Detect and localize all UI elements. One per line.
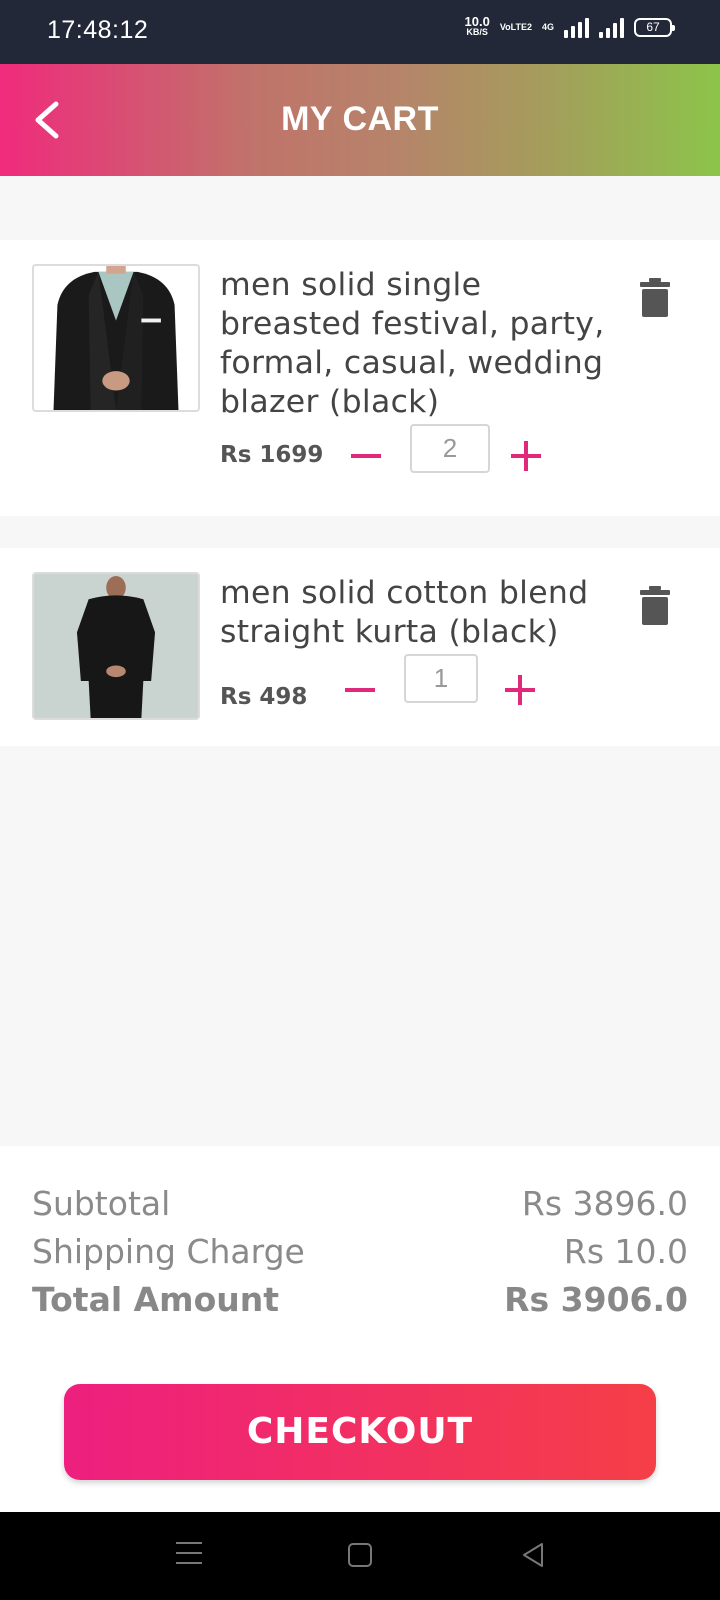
total-label: Total Amount bbox=[32, 1280, 280, 1319]
subtotal-value: Rs 3896.0 bbox=[521, 1184, 688, 1223]
product-title[interactable]: men solid cotton blend straight kurta (b… bbox=[220, 574, 620, 652]
cart-item: men solid cotton blend straight kurta (b… bbox=[0, 548, 720, 746]
status-icons: 10.0 KB/S VoLTE2 4G 67 bbox=[465, 15, 675, 38]
volte-icon: VoLTE2 bbox=[499, 22, 532, 32]
total-value: Rs 3906.0 bbox=[504, 1280, 688, 1319]
subtotal-row: Subtotal Rs 3896.0 bbox=[32, 1184, 688, 1223]
product-image[interactable] bbox=[32, 264, 200, 412]
quantity-field[interactable]: 1 bbox=[404, 654, 478, 703]
app-header: MY CART bbox=[0, 64, 720, 176]
decrease-quantity-button[interactable] bbox=[342, 672, 378, 708]
checkout-button[interactable]: CHECKOUT bbox=[64, 1384, 656, 1480]
blazer-photo bbox=[34, 266, 198, 410]
total-row: Total Amount Rs 3906.0 bbox=[32, 1280, 688, 1319]
trash-icon bbox=[640, 586, 670, 625]
quantity-field[interactable]: 2 bbox=[410, 424, 490, 473]
trash-icon bbox=[640, 278, 670, 317]
battery-icon: 67 bbox=[634, 17, 675, 37]
system-nav-bar bbox=[0, 1512, 720, 1600]
increase-quantity-button[interactable] bbox=[508, 438, 544, 474]
shipping-value: Rs 10.0 bbox=[563, 1232, 688, 1271]
network-speed-unit: KB/S bbox=[466, 27, 488, 37]
delete-button[interactable] bbox=[638, 278, 672, 318]
shipping-label: Shipping Charge bbox=[32, 1232, 305, 1271]
network-type-icon: 4G bbox=[542, 22, 554, 32]
kurta-photo bbox=[34, 574, 198, 718]
status-time: 17:48:12 bbox=[47, 16, 149, 44]
status-bar: 17:48:12 10.0 KB/S VoLTE2 4G 67 bbox=[0, 0, 720, 64]
back-triangle-icon[interactable] bbox=[520, 1542, 546, 1568]
delete-button[interactable] bbox=[638, 586, 672, 626]
increase-quantity-button[interactable] bbox=[502, 672, 538, 708]
subtotal-label: Subtotal bbox=[32, 1184, 171, 1223]
home-icon[interactable] bbox=[348, 1543, 372, 1567]
cart-item: men solid single breasted festival, part… bbox=[0, 240, 720, 516]
network-speed-indicator: 10.0 KB/S bbox=[465, 15, 490, 38]
product-title[interactable]: men solid single breasted festival, part… bbox=[220, 266, 620, 422]
product-price: Rs 498 bbox=[220, 684, 308, 710]
network-type-label: 4G bbox=[541, 22, 554, 32]
shipping-row: Shipping Charge Rs 10.0 bbox=[32, 1232, 688, 1271]
order-summary: Subtotal Rs 3896.0 Shipping Charge Rs 10… bbox=[0, 1146, 720, 1512]
signal-strength-icon bbox=[564, 16, 589, 38]
recent-apps-icon[interactable] bbox=[176, 1542, 202, 1568]
product-price: Rs 1699 bbox=[220, 442, 324, 468]
page-title: MY CART bbox=[281, 100, 439, 138]
decrease-quantity-button[interactable] bbox=[348, 438, 384, 474]
product-image[interactable] bbox=[32, 572, 200, 720]
signal-strength-icon-2 bbox=[599, 16, 624, 38]
